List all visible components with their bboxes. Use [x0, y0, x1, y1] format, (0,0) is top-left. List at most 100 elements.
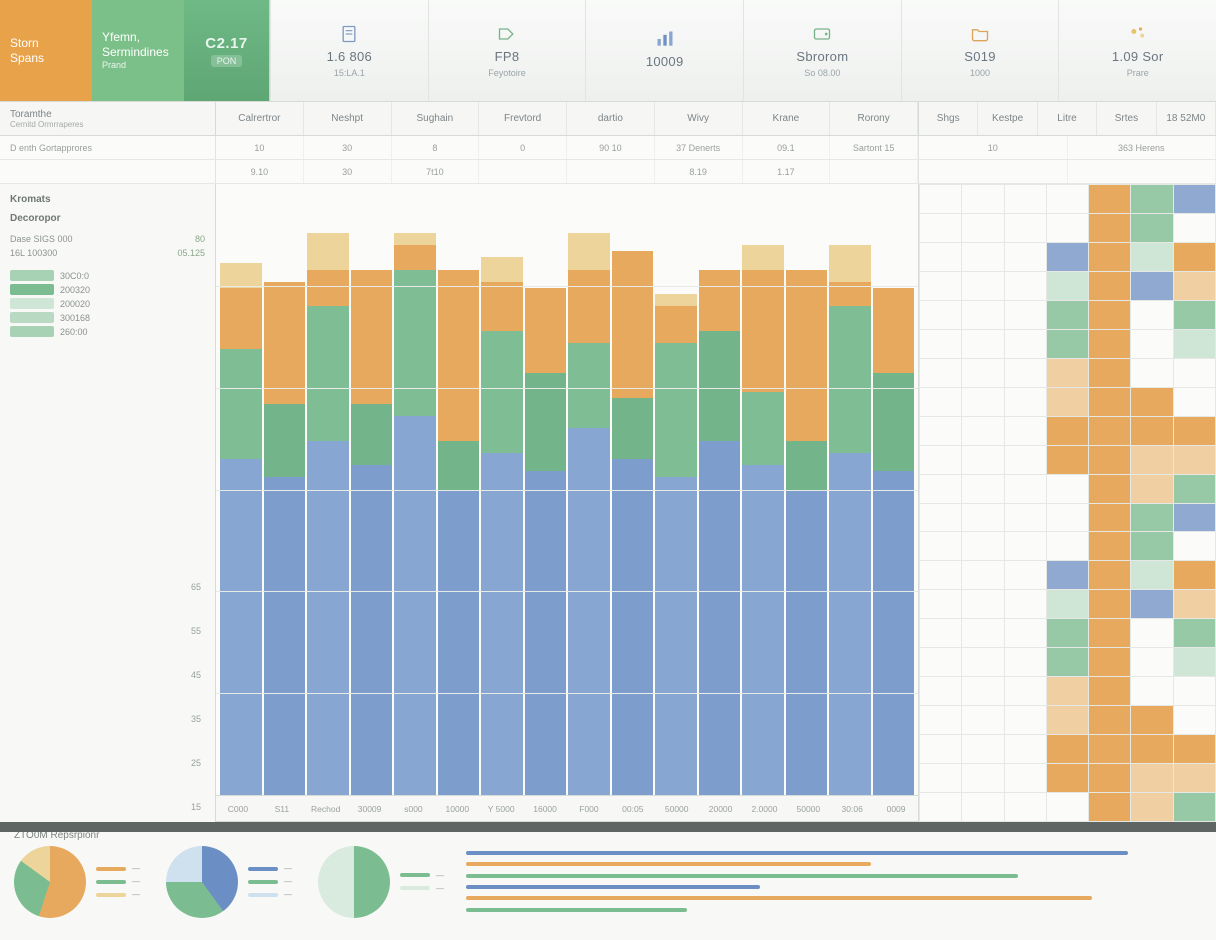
heat-cell[interactable] — [1131, 590, 1172, 618]
heat-cell[interactable] — [1131, 272, 1172, 300]
heat-cell[interactable] — [1131, 359, 1172, 387]
heat-cell[interactable] — [1174, 532, 1215, 560]
heat-cell[interactable] — [1174, 243, 1215, 271]
heat-cell[interactable] — [1131, 677, 1172, 705]
heat-cell[interactable] — [1174, 706, 1215, 734]
heat-cell[interactable] — [1131, 214, 1172, 242]
heat-cell[interactable] — [1089, 648, 1130, 676]
heat-cell[interactable] — [1089, 417, 1130, 445]
heat-cell[interactable] — [1005, 590, 1046, 618]
heat-cell[interactable] — [1174, 446, 1215, 474]
heat-cell[interactable] — [1089, 272, 1130, 300]
heat-cell[interactable] — [1047, 561, 1088, 589]
heat-cell[interactable] — [962, 243, 1003, 271]
heat-cell[interactable] — [1047, 532, 1088, 560]
kpi-tile-5[interactable]: 1.09 SorPrare — [1058, 0, 1216, 101]
heat-cell[interactable] — [1047, 677, 1088, 705]
heat-cell[interactable] — [1131, 764, 1172, 792]
heat-cell[interactable] — [1089, 185, 1130, 213]
heat-cell[interactable] — [1047, 619, 1088, 647]
heat-cell[interactable] — [962, 764, 1003, 792]
heat-cell[interactable] — [1174, 677, 1215, 705]
heat-cell[interactable] — [1047, 793, 1088, 821]
heat-cell[interactable] — [962, 272, 1003, 300]
heat-cell[interactable] — [1174, 648, 1215, 676]
heat-cell[interactable] — [1047, 214, 1088, 242]
heat-cell[interactable] — [1174, 185, 1215, 213]
heat-cell[interactable] — [1005, 677, 1046, 705]
heat-cell[interactable] — [1174, 561, 1215, 589]
heat-cell[interactable] — [1174, 301, 1215, 329]
heat-cell[interactable] — [1131, 504, 1172, 532]
heat-cell[interactable] — [962, 475, 1003, 503]
heat-cell[interactable] — [1131, 793, 1172, 821]
heat-cell[interactable] — [962, 677, 1003, 705]
heat-cell[interactable] — [1131, 388, 1172, 416]
heat-cell[interactable] — [1047, 504, 1088, 532]
right-column-head[interactable]: Srtes — [1097, 102, 1156, 135]
column-head[interactable]: Sughain — [392, 102, 480, 135]
heat-cell[interactable] — [920, 504, 961, 532]
heat-cell[interactable] — [1005, 330, 1046, 358]
heat-cell[interactable] — [1131, 706, 1172, 734]
heat-cell[interactable] — [1005, 735, 1046, 763]
heat-cell[interactable] — [920, 532, 961, 560]
heat-cell[interactable] — [1047, 243, 1088, 271]
heat-cell[interactable] — [1089, 706, 1130, 734]
heat-cell[interactable] — [1005, 214, 1046, 242]
heat-cell[interactable] — [1047, 301, 1088, 329]
heat-cell[interactable] — [920, 735, 961, 763]
heat-cell[interactable] — [1005, 561, 1046, 589]
column-head[interactable]: Calrertror — [216, 102, 304, 135]
heat-cell[interactable] — [1089, 677, 1130, 705]
heat-cell[interactable] — [1047, 417, 1088, 445]
column-head[interactable]: Rorony — [830, 102, 918, 135]
kpi-tile-3[interactable]: SbroromSo 08.00 — [743, 0, 901, 101]
heat-cell[interactable] — [1174, 330, 1215, 358]
heat-cell[interactable] — [1047, 388, 1088, 416]
right-column-head[interactable]: Kestpe — [978, 102, 1037, 135]
heat-cell[interactable] — [1089, 214, 1130, 242]
heat-cell[interactable] — [1089, 301, 1130, 329]
heat-cell[interactable] — [1089, 735, 1130, 763]
heat-cell[interactable] — [1174, 272, 1215, 300]
heat-cell[interactable] — [1005, 793, 1046, 821]
heat-cell[interactable] — [920, 706, 961, 734]
heat-cell[interactable] — [1005, 619, 1046, 647]
heat-cell[interactable] — [920, 388, 961, 416]
heat-cell[interactable] — [1089, 475, 1130, 503]
heat-cell[interactable] — [1047, 764, 1088, 792]
heat-cell[interactable] — [962, 561, 1003, 589]
heat-cell[interactable] — [1005, 648, 1046, 676]
heat-cell[interactable] — [920, 359, 961, 387]
heat-cell[interactable] — [962, 504, 1003, 532]
column-head[interactable]: Krane — [743, 102, 831, 135]
column-head[interactable]: Frevtord — [479, 102, 567, 135]
heat-cell[interactable] — [920, 330, 961, 358]
kpi-tile-2[interactable]: 10009 — [585, 0, 743, 101]
heat-cell[interactable] — [1089, 330, 1130, 358]
heat-cell[interactable] — [920, 185, 961, 213]
heat-cell[interactable] — [1047, 359, 1088, 387]
heat-cell[interactable] — [962, 793, 1003, 821]
heat-cell[interactable] — [1131, 648, 1172, 676]
heat-cell[interactable] — [1005, 359, 1046, 387]
heat-cell[interactable] — [1131, 446, 1172, 474]
column-head[interactable]: Neshpt — [304, 102, 392, 135]
heat-cell[interactable] — [1047, 648, 1088, 676]
heat-cell[interactable] — [920, 214, 961, 242]
column-head[interactable]: Wivy — [655, 102, 743, 135]
kpi-tile-4[interactable]: S0191000 — [901, 0, 1059, 101]
heat-cell[interactable] — [962, 735, 1003, 763]
heat-cell[interactable] — [1089, 504, 1130, 532]
column-head[interactable]: dartio — [567, 102, 655, 135]
heat-cell[interactable] — [1047, 185, 1088, 213]
heat-cell[interactable] — [1174, 793, 1215, 821]
heat-cell[interactable] — [920, 301, 961, 329]
heat-cell[interactable] — [1005, 388, 1046, 416]
heat-cell[interactable] — [1174, 388, 1215, 416]
heat-cell[interactable] — [920, 764, 961, 792]
heat-cell[interactable] — [962, 214, 1003, 242]
heat-cell[interactable] — [920, 648, 961, 676]
heat-cell[interactable] — [920, 446, 961, 474]
